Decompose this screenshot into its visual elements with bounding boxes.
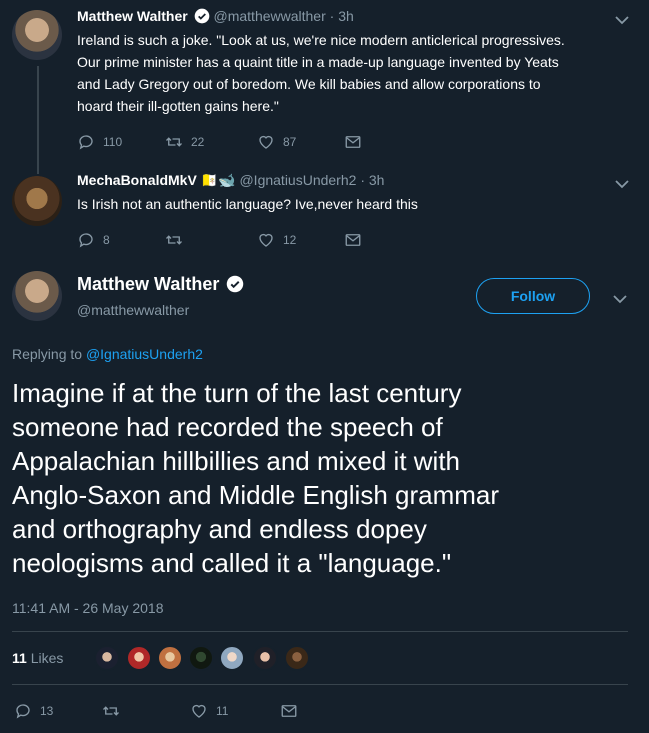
envelope-icon [345, 234, 361, 246]
avatar[interactable] [12, 176, 62, 226]
retweet-button[interactable]: 22 [165, 133, 204, 151]
retweet-icon [103, 706, 119, 716]
liker-avatar[interactable] [188, 645, 214, 671]
avatar[interactable] [12, 10, 62, 60]
reply-button[interactable]: 8 [77, 231, 110, 249]
liker-avatar[interactable] [126, 645, 152, 671]
tweet-time[interactable]: · 3h [360, 172, 384, 188]
author-name[interactable]: MechaBonaldMkV [77, 172, 197, 188]
tweet-text: Is Irish not an authentic language? Ive,… [77, 196, 418, 212]
liker-avatar[interactable] [284, 645, 310, 671]
author-handle[interactable]: @matthewwalther [77, 302, 189, 318]
main-tweet-text: Imagine if at the turn of the last centu… [12, 378, 500, 578]
liker-avatar[interactable] [219, 645, 245, 671]
divider [12, 684, 628, 685]
tweet-text: Ireland is such a joke. "Look at us, we'… [77, 32, 565, 114]
replying-handle-link[interactable]: @IgnatiusUnderh2 [86, 346, 203, 362]
dm-button[interactable] [280, 702, 298, 720]
tweet-timestamp[interactable]: 11:41 AM - 26 May 2018 [12, 600, 164, 616]
tweet-header: Matthew Walther @matthewwalther · 3h [77, 8, 354, 24]
heart-icon [259, 233, 273, 247]
retweet-button[interactable] [102, 702, 128, 720]
reply-button[interactable]: 13 [14, 702, 53, 720]
replying-to: Replying to @IgnatiusUnderh2 [12, 346, 203, 362]
like-button[interactable]: 87 [257, 133, 296, 151]
author-name[interactable]: Matthew Walther [77, 8, 188, 24]
chevron-down-icon[interactable] [612, 291, 628, 307]
dm-button[interactable] [344, 231, 362, 249]
chevron-down-icon[interactable] [614, 176, 630, 192]
envelope-icon [281, 705, 297, 717]
heart-icon [192, 704, 206, 718]
retweet-icon [166, 137, 182, 147]
reply-icon [79, 135, 93, 150]
chevron-down-icon[interactable] [614, 12, 630, 28]
heart-icon [259, 135, 273, 149]
thread-line [37, 66, 39, 174]
liker-avatar[interactable] [157, 645, 183, 671]
verified-icon [227, 275, 244, 293]
retweet-icon [166, 235, 182, 245]
likes-summary[interactable]: 11 Likes [12, 650, 63, 666]
retweet-button[interactable] [165, 231, 191, 249]
like-button[interactable]: 12 [257, 231, 296, 249]
main-author: Matthew Walther [77, 274, 244, 295]
divider [12, 631, 628, 632]
liker-avatar[interactable] [94, 645, 120, 671]
dm-button[interactable] [344, 133, 362, 151]
name-emoji: 🇻🇦🐋 [200, 172, 236, 188]
like-button[interactable]: 11 [190, 702, 228, 720]
tweet-time[interactable]: · 3h [330, 8, 354, 24]
liker-avatar[interactable] [252, 645, 278, 671]
author-name[interactable]: Matthew Walther [77, 274, 219, 294]
author-handle[interactable]: @IgnatiusUnderh2 [239, 172, 356, 188]
verified-icon [194, 8, 209, 24]
reply-button[interactable]: 110 [77, 133, 122, 151]
reply-icon [16, 704, 30, 719]
follow-button[interactable]: Follow [476, 278, 590, 314]
envelope-icon [345, 136, 361, 148]
tweet-header: MechaBonaldMkV 🇻🇦🐋 @IgnatiusUnderh2 · 3h [77, 172, 384, 189]
reply-icon [79, 233, 93, 248]
author-handle[interactable]: @matthewwalther [214, 8, 326, 24]
avatar[interactable] [12, 271, 62, 321]
